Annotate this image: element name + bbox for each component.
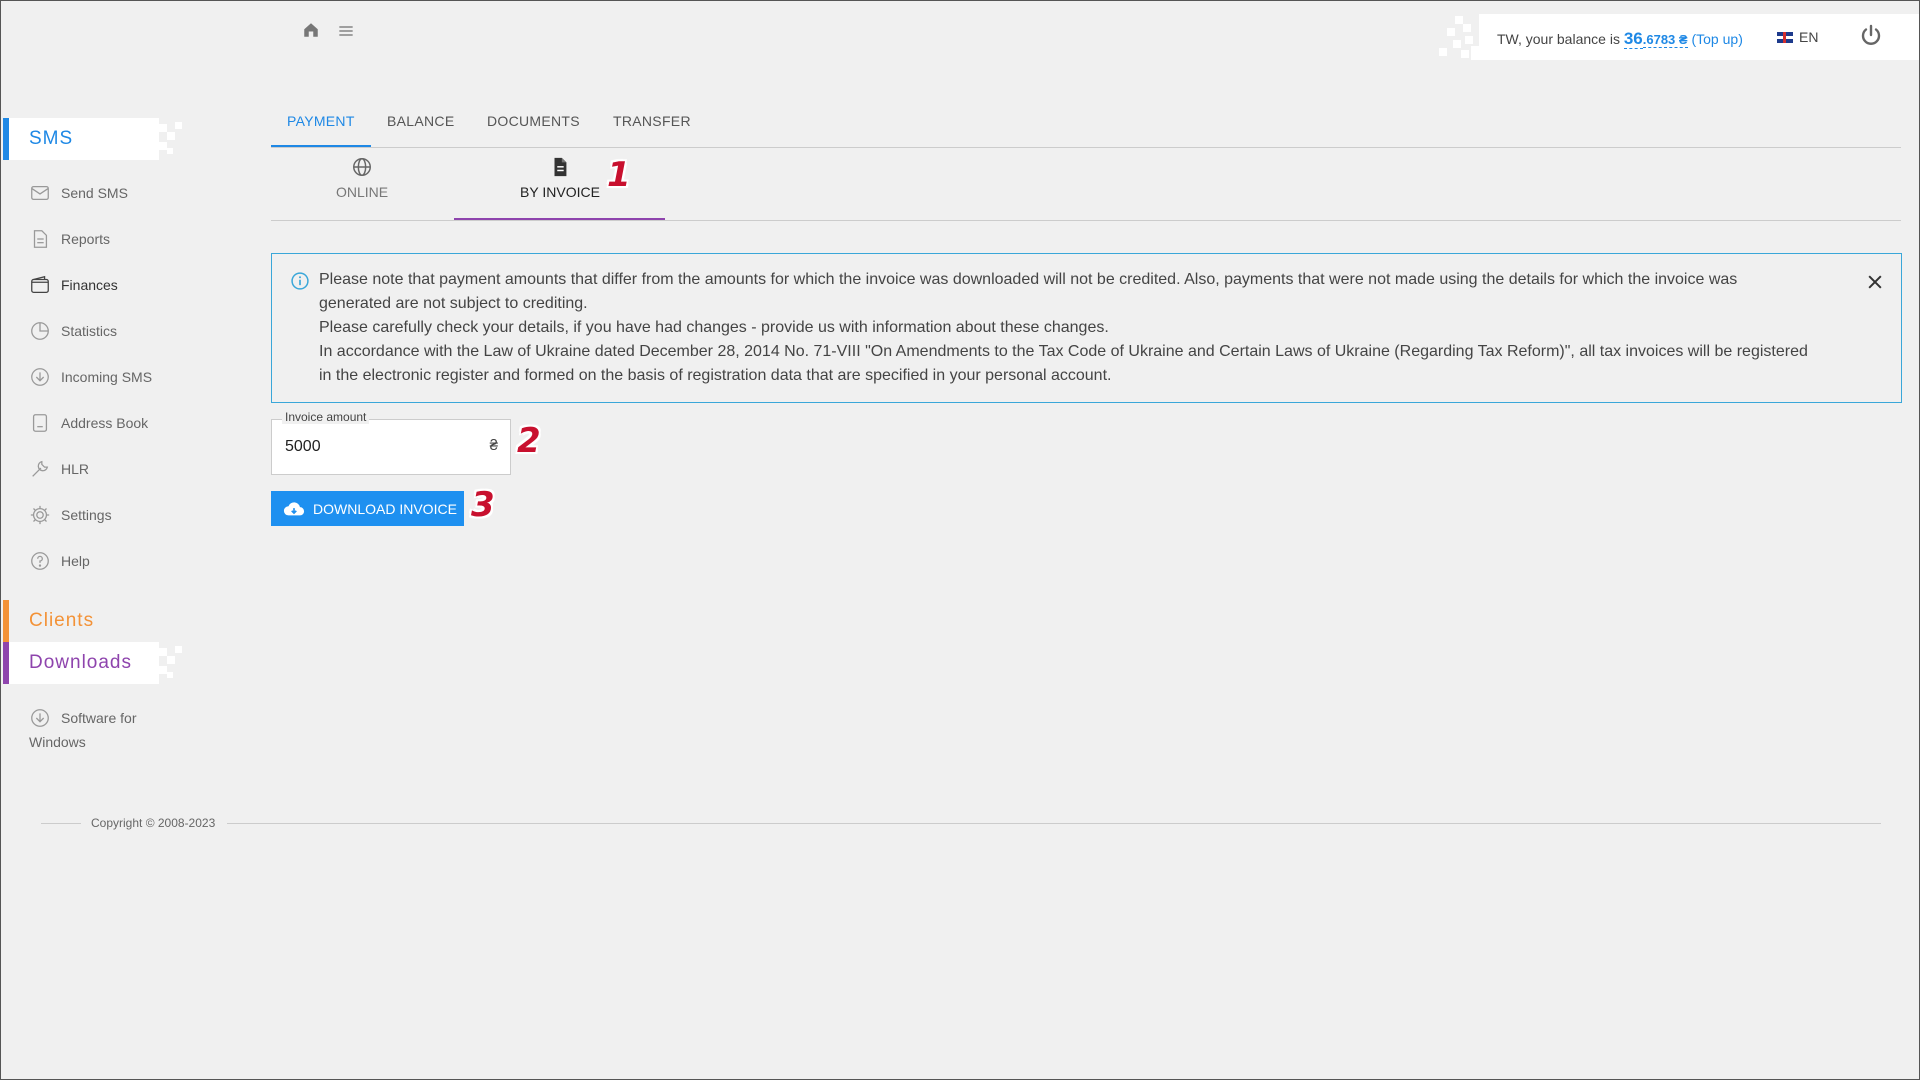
wrench-icon bbox=[32, 460, 49, 477]
sidebar-item-label: Incoming SMS bbox=[61, 369, 153, 385]
sidebar-item-address-book[interactable]: Address Book bbox=[29, 411, 148, 435]
download-circle-icon bbox=[31, 368, 49, 386]
sidebar-item-help[interactable]: Help bbox=[29, 549, 90, 573]
info-text-line: Please note that payment amounts that di… bbox=[319, 271, 1738, 288]
sidebar-item-incoming-sms[interactable]: Incoming SMS bbox=[29, 365, 152, 389]
invoice-amount-field: Invoice amount ₴ bbox=[271, 410, 511, 475]
sidebar-item-software-windows[interactable]: Software for bbox=[29, 706, 136, 730]
power-icon[interactable] bbox=[1859, 23, 1883, 47]
sidebar-item-send-sms[interactable]: Send SMS bbox=[29, 181, 128, 205]
sidebar-section-sms[interactable]: SMS bbox=[3, 118, 155, 160]
download-invoice-button[interactable]: DOWNLOAD INVOICE bbox=[271, 491, 464, 526]
tab-divider bbox=[271, 147, 1901, 148]
currency-symbol: ₴ bbox=[489, 437, 498, 454]
sidebar-item-label: Statistics bbox=[61, 323, 118, 339]
sidebar-item-statistics[interactable]: Statistics bbox=[29, 319, 117, 343]
wallet-icon bbox=[31, 275, 49, 293]
decorative-pixels bbox=[151, 118, 182, 160]
sidebar-item-label: Finances bbox=[61, 277, 118, 293]
sidebar-item-reports[interactable]: Reports bbox=[29, 227, 110, 251]
topup-link[interactable]: Top up bbox=[1696, 31, 1738, 47]
sidebar-section-clients[interactable]: Clients bbox=[3, 600, 155, 642]
home-icon[interactable] bbox=[302, 21, 320, 45]
sidebar-item-hlr[interactable]: HLR bbox=[29, 457, 89, 481]
tab-documents[interactable]: DOCUMENTS bbox=[487, 113, 580, 129]
info-icon bbox=[291, 272, 309, 290]
step-marker-3: 3 bbox=[471, 485, 495, 525]
topup-paren-open: ( bbox=[1687, 31, 1697, 47]
sidebar-item-label: Help bbox=[61, 553, 90, 569]
step-marker-2: 2 bbox=[517, 421, 541, 461]
sidebar-item-settings[interactable]: Settings bbox=[29, 503, 112, 527]
gear-icon bbox=[30, 505, 50, 525]
language-selector[interactable]: EN bbox=[1777, 29, 1818, 45]
footer-divider bbox=[227, 823, 1881, 824]
copyright-text: Copyright © 2008-2023 bbox=[91, 816, 216, 830]
close-icon[interactable] bbox=[1865, 272, 1885, 292]
cloud-download-icon bbox=[283, 501, 305, 515]
info-text-line: In accordance with the Law of Ukraine da… bbox=[319, 343, 1808, 360]
sidebar-item-label: Address Book bbox=[61, 415, 149, 431]
invoice-amount-label: Invoice amount bbox=[282, 410, 370, 424]
sidebar-item-label: Software for bbox=[61, 710, 137, 726]
info-notice: Please note that payment amounts that di… bbox=[271, 253, 1902, 403]
language-label: EN bbox=[1799, 29, 1819, 45]
info-text-line: generated are not subject to crediting. bbox=[319, 295, 588, 312]
sms-title: SMS bbox=[29, 128, 74, 149]
tab-transfer[interactable]: TRANSFER bbox=[613, 113, 691, 129]
subtab-online[interactable]: ONLINE bbox=[331, 156, 393, 200]
uk-flag-icon bbox=[1777, 31, 1793, 43]
sidebar-section-downloads[interactable]: Downloads bbox=[3, 642, 155, 684]
sidebar-item-label: Reports bbox=[61, 231, 111, 247]
downloads-title: Downloads bbox=[29, 652, 132, 673]
balance-amount[interactable]: 36 bbox=[1623, 29, 1643, 49]
info-text-line: in the electronic register and formed on… bbox=[319, 367, 1112, 384]
balance-decimal[interactable]: .6783 ₴ bbox=[1642, 32, 1688, 48]
sidebar-item-label: Settings bbox=[61, 507, 112, 523]
topup-paren-close: ) bbox=[1738, 31, 1743, 47]
subtab-by-invoice-label: BY INVOICE bbox=[520, 184, 600, 200]
sidebar-item-finances[interactable]: Finances bbox=[29, 273, 118, 297]
sidebar-item-label-continued[interactable]: Windows bbox=[29, 734, 86, 750]
download-invoice-label: DOWNLOAD INVOICE bbox=[313, 500, 457, 517]
balance-panel: TW, your balance is 36.6783 ₴ (Top up) E… bbox=[1479, 14, 1919, 60]
sidebar-item-label: Send SMS bbox=[61, 185, 128, 201]
document-icon bbox=[33, 230, 48, 248]
balance-text: TW, your balance is 36.6783 ₴ (Top up) bbox=[1497, 29, 1743, 49]
footer-divider bbox=[41, 823, 81, 824]
tab-balance[interactable]: BALANCE bbox=[387, 113, 454, 129]
pie-chart-icon bbox=[31, 322, 49, 340]
hamburger-icon[interactable] bbox=[338, 21, 354, 45]
invoice-document-icon bbox=[554, 157, 567, 177]
globe-icon bbox=[353, 158, 371, 176]
step-marker-1: 1 bbox=[607, 155, 631, 195]
subtab-by-invoice[interactable]: BY INVOICE bbox=[513, 156, 607, 200]
subtab-online-label: ONLINE bbox=[335, 184, 389, 200]
address-book-icon bbox=[32, 414, 48, 432]
sidebar-item-label: HLR bbox=[61, 461, 90, 477]
tab-payment[interactable]: PAYMENT bbox=[287, 113, 355, 129]
download-circle-icon bbox=[31, 709, 49, 727]
info-text-line: Please carefully check your details, if … bbox=[319, 319, 1109, 336]
clients-title: Clients bbox=[29, 610, 95, 631]
invoice-amount-input[interactable] bbox=[285, 435, 465, 459]
decorative-pixels bbox=[1439, 16, 1479, 60]
help-icon bbox=[31, 552, 49, 570]
balance-prefix: TW, your balance is bbox=[1497, 31, 1624, 47]
subtab-divider bbox=[271, 220, 1901, 221]
envelope-icon bbox=[31, 185, 49, 201]
decorative-pixels bbox=[151, 642, 182, 684]
